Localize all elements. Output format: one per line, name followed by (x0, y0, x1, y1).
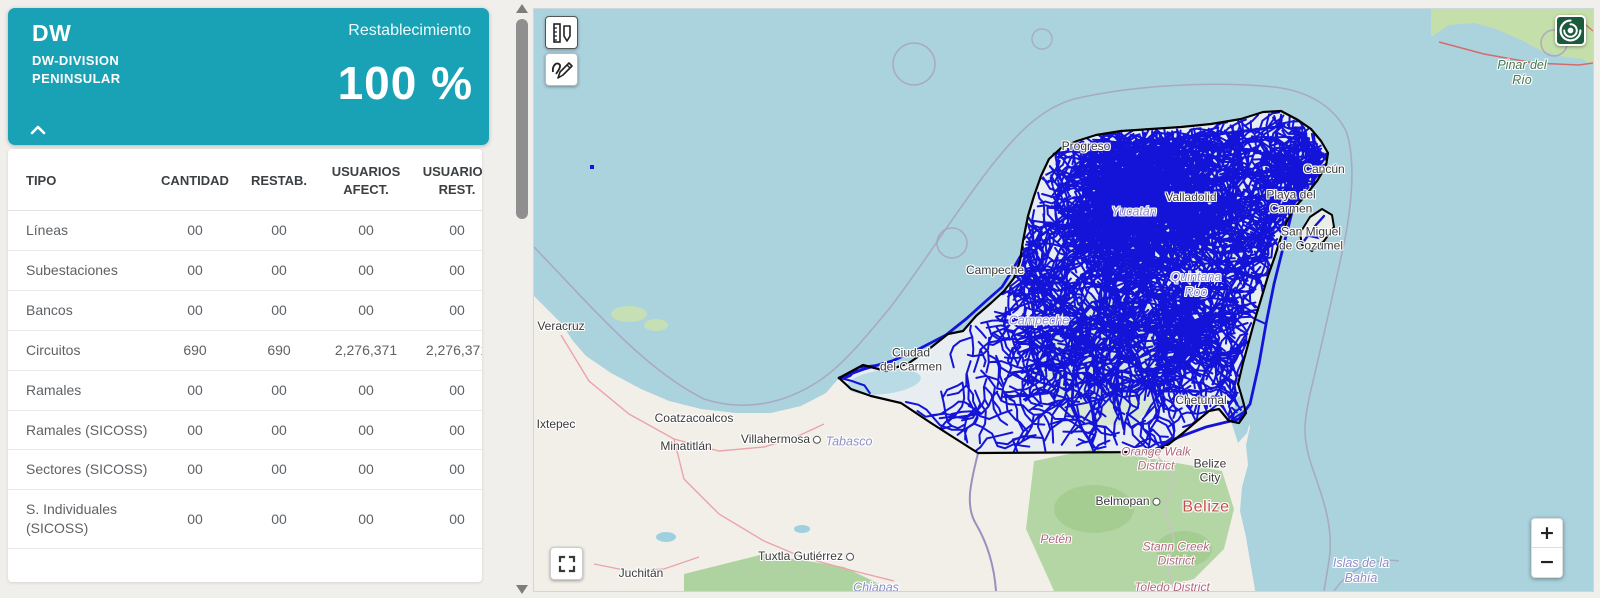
row-value: 2,276,371 (412, 330, 482, 370)
table-row: Subestaciones0000000000 (8, 250, 482, 290)
row-value: 00 (152, 370, 238, 410)
stats-table-body: Líneas0000000000Subestaciones0000000000B… (8, 211, 482, 549)
row-value: 00 (320, 250, 412, 290)
row-value: 00 (152, 211, 238, 251)
row-value: 00 (238, 450, 320, 490)
row-label: Bancos (8, 290, 152, 330)
zoom-out-button[interactable]: − (1532, 548, 1562, 577)
table-row: S. Individuales (SICOSS)0000000000 (8, 490, 482, 549)
row-value: 00 (152, 450, 238, 490)
zoom-in-button[interactable]: + (1532, 519, 1562, 548)
restoration-percentage: 100 % (338, 56, 473, 110)
row-value: 00 (320, 290, 412, 330)
row-label: Ramales (SICOSS) (8, 410, 152, 450)
row-value: 00 (238, 370, 320, 410)
map-canvas[interactable]: ProgresoCancúnPlaya del CarmenSan Miguel… (533, 8, 1594, 592)
isolated-network-dot (590, 165, 594, 169)
row-value: 00 (320, 370, 412, 410)
measure-tool-button[interactable] (545, 16, 578, 49)
scroll-down-icon[interactable] (516, 585, 528, 594)
row-value: 00 (320, 490, 412, 549)
map-base-layer (534, 9, 1593, 591)
division-summary-card: DW DW-DIVISION PENINSULAR Restablecimien… (8, 8, 489, 145)
col-header-cantidad: CANTIDAD (152, 149, 238, 211)
collapse-chevron-up-icon[interactable] (28, 123, 48, 137)
panel-scrollbar[interactable] (513, 0, 531, 598)
row-label: S. Individuales (SICOSS) (8, 490, 152, 549)
fullscreen-icon (558, 555, 576, 573)
row-value: 690 (238, 330, 320, 370)
col-header-usuarios-rest: USUARIOS REST. (412, 149, 482, 211)
row-value: 00 (152, 290, 238, 330)
row-value: 00 (412, 290, 482, 330)
scrollbar-thumb[interactable] (516, 19, 528, 219)
row-value: 00 (238, 410, 320, 450)
restoration-label: Restablecimiento (348, 22, 471, 40)
row-value: 00 (238, 250, 320, 290)
row-value: 00 (238, 490, 320, 549)
table-row: Ramales (SICOSS)0000000000 (8, 410, 482, 450)
table-header-row: TIPO CANTIDAD RESTAB. USUARIOS AFECT. US… (8, 149, 482, 211)
row-label: Ramales (8, 370, 152, 410)
row-value: 00 (412, 250, 482, 290)
app-root: DW DW-DIVISION PENINSULAR Restablecimien… (0, 0, 1600, 598)
row-value: 00 (412, 370, 482, 410)
statistics-table: TIPO CANTIDAD RESTAB. USUARIOS AFECT. US… (8, 149, 482, 549)
row-label: Circuitos (8, 330, 152, 370)
row-value: 00 (238, 211, 320, 251)
table-row: Bancos0000000000 (8, 290, 482, 330)
statistics-table-card: TIPO CANTIDAD RESTAB. USUARIOS AFECT. US… (8, 149, 482, 582)
division-name: DW-DIVISION PENINSULAR (32, 52, 121, 88)
table-row: Sectores (SICOSS)0000000000 (8, 450, 482, 490)
row-label: Sectores (SICOSS) (8, 450, 152, 490)
row-value: 00 (412, 490, 482, 549)
table-row: Líneas0000000000 (8, 211, 482, 251)
row-value: 00 (412, 211, 482, 251)
row-value: 00 (152, 490, 238, 549)
row-value: 00 (412, 450, 482, 490)
row-value: 00 (238, 290, 320, 330)
row-value: 00 (152, 250, 238, 290)
row-value: 2,276,371 (320, 330, 412, 370)
app-logo-button[interactable] (1555, 15, 1586, 46)
col-header-usuarios-afect: USUARIOS AFECT. (320, 149, 412, 211)
row-value: 00 (320, 211, 412, 251)
division-code: DW (32, 20, 71, 47)
row-value: 00 (152, 410, 238, 450)
row-value: 00 (320, 450, 412, 490)
row-label: Líneas (8, 211, 152, 251)
ruler-pencil-icon (551, 22, 573, 44)
scroll-up-icon[interactable] (516, 4, 528, 13)
table-row: Ramales0000000000 (8, 370, 482, 410)
fullscreen-button[interactable] (550, 547, 583, 580)
row-value: 00 (320, 410, 412, 450)
row-value: 00 (412, 410, 482, 450)
col-header-restab: RESTAB. (238, 149, 320, 211)
draw-tool-button[interactable] (545, 53, 578, 86)
table-row: Circuitos6906902,276,3712,276,37100 (8, 330, 482, 370)
pencil-draw-icon (550, 58, 574, 82)
row-label: Subestaciones (8, 250, 152, 290)
swirl-logo-icon (1557, 17, 1584, 44)
col-header-tipo: TIPO (8, 149, 152, 211)
row-value: 690 (152, 330, 238, 370)
zoom-controls: + − (1531, 518, 1563, 578)
